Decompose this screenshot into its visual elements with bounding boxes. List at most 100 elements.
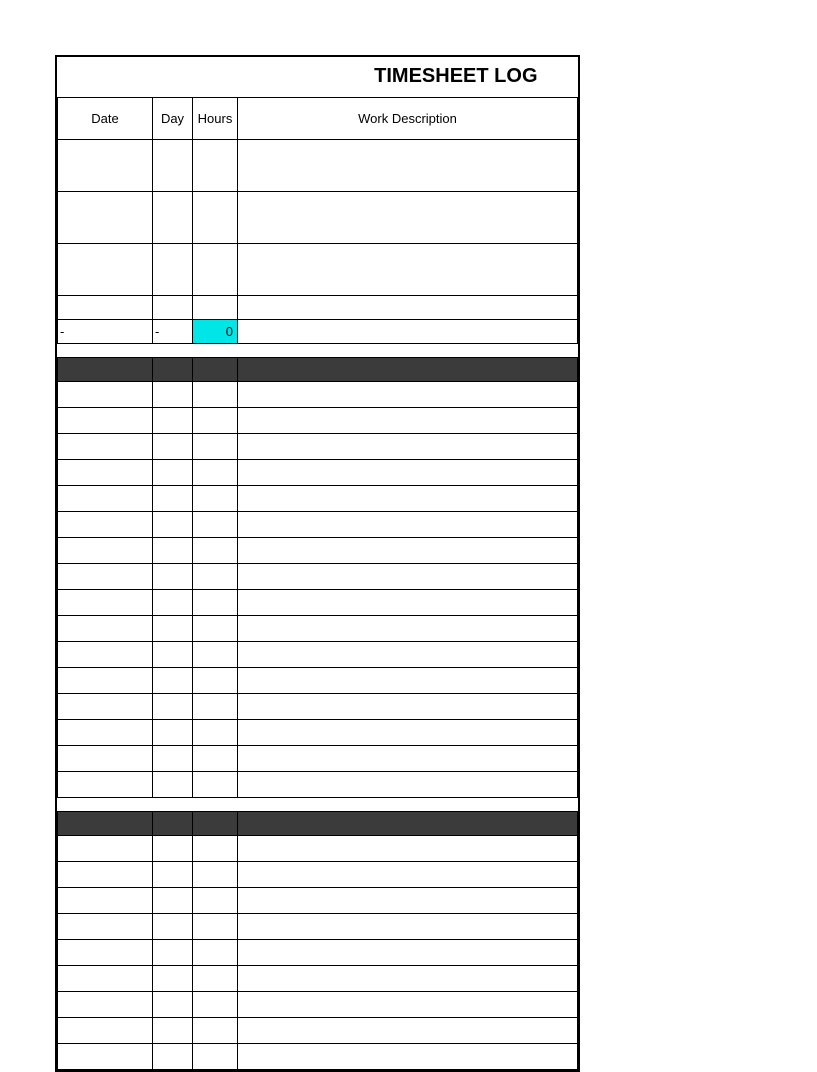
cell-date[interactable]	[58, 407, 153, 433]
cell-day[interactable]	[153, 381, 193, 407]
cell-date[interactable]	[58, 887, 153, 913]
cell-desc[interactable]	[238, 667, 578, 693]
cell-hours[interactable]	[193, 407, 238, 433]
cell-desc[interactable]	[238, 693, 578, 719]
cell-hours[interactable]	[193, 835, 238, 861]
cell-hours[interactable]	[193, 771, 238, 797]
cell-desc[interactable]	[238, 191, 578, 243]
cell-date[interactable]	[58, 861, 153, 887]
cell-desc[interactable]	[238, 965, 578, 991]
cell-desc[interactable]	[238, 589, 578, 615]
cell-desc[interactable]	[238, 719, 578, 745]
cell-day[interactable]	[153, 771, 193, 797]
cell-date[interactable]	[58, 381, 153, 407]
cell-date[interactable]	[58, 511, 153, 537]
cell-hours[interactable]	[193, 965, 238, 991]
cell-hours[interactable]	[193, 745, 238, 771]
cell-date[interactable]	[58, 965, 153, 991]
cell-day[interactable]	[153, 589, 193, 615]
cell-date[interactable]	[58, 589, 153, 615]
cell-hours[interactable]	[193, 381, 238, 407]
cell-hours[interactable]	[193, 887, 238, 913]
cell-desc[interactable]	[238, 459, 578, 485]
cell-date[interactable]	[58, 719, 153, 745]
cell-date[interactable]	[58, 433, 153, 459]
cell-date[interactable]	[58, 243, 153, 295]
cell-desc[interactable]	[238, 771, 578, 797]
cell-desc[interactable]	[238, 511, 578, 537]
cell-day[interactable]	[153, 433, 193, 459]
cell-desc[interactable]	[238, 913, 578, 939]
cell-day[interactable]	[153, 1017, 193, 1043]
cell-date[interactable]	[58, 641, 153, 667]
cell-hours[interactable]	[193, 511, 238, 537]
cell-desc[interactable]	[238, 939, 578, 965]
cell-hours[interactable]	[193, 191, 238, 243]
cell-hours[interactable]	[193, 139, 238, 191]
cell-date[interactable]	[58, 939, 153, 965]
cell-date[interactable]	[58, 615, 153, 641]
cell-desc[interactable]	[238, 991, 578, 1017]
cell-day[interactable]	[153, 511, 193, 537]
cell-hours[interactable]	[193, 939, 238, 965]
cell-day[interactable]	[153, 835, 193, 861]
cell-hours[interactable]	[193, 243, 238, 295]
cell-desc[interactable]	[238, 1017, 578, 1043]
cell-desc[interactable]	[238, 407, 578, 433]
cell-date[interactable]	[58, 563, 153, 589]
cell-hours[interactable]	[193, 1043, 238, 1069]
cell-day[interactable]	[153, 861, 193, 887]
cell-day[interactable]	[153, 693, 193, 719]
cell-hours[interactable]	[193, 667, 238, 693]
cell-hours[interactable]	[193, 719, 238, 745]
cell-desc[interactable]	[238, 295, 578, 319]
cell-hours[interactable]	[193, 295, 238, 319]
cell-hours[interactable]	[193, 913, 238, 939]
cell-hours[interactable]	[193, 991, 238, 1017]
cell-desc[interactable]	[238, 139, 578, 191]
cell-date[interactable]	[58, 139, 153, 191]
cell-hours[interactable]	[193, 693, 238, 719]
cell-date[interactable]	[58, 537, 153, 563]
cell-hours[interactable]	[193, 563, 238, 589]
cell-hours[interactable]	[193, 615, 238, 641]
cell-date[interactable]	[58, 295, 153, 319]
cell-day[interactable]	[153, 1043, 193, 1069]
cell-day[interactable]	[153, 407, 193, 433]
cell-day[interactable]	[153, 887, 193, 913]
cell-desc[interactable]	[238, 1043, 578, 1069]
cell-day[interactable]	[153, 745, 193, 771]
cell-date[interactable]	[58, 745, 153, 771]
cell-desc[interactable]	[238, 835, 578, 861]
cell-hours[interactable]	[193, 589, 238, 615]
cell-date[interactable]	[58, 667, 153, 693]
cell-desc[interactable]	[238, 861, 578, 887]
cell-date[interactable]	[58, 459, 153, 485]
cell-day[interactable]	[153, 939, 193, 965]
cell-desc[interactable]	[238, 641, 578, 667]
cell-day[interactable]	[153, 913, 193, 939]
cell-date[interactable]	[58, 1043, 153, 1069]
cell-day[interactable]	[153, 667, 193, 693]
cell-date[interactable]	[58, 835, 153, 861]
cell-desc[interactable]	[238, 381, 578, 407]
cell-hours[interactable]	[193, 459, 238, 485]
cell-day[interactable]	[153, 295, 193, 319]
cell-day[interactable]	[153, 459, 193, 485]
cell-desc[interactable]	[238, 485, 578, 511]
cell-day[interactable]	[153, 615, 193, 641]
cell-date[interactable]	[58, 485, 153, 511]
cell-desc[interactable]	[238, 745, 578, 771]
cell-desc[interactable]	[238, 433, 578, 459]
cell-day[interactable]	[153, 641, 193, 667]
cell-day[interactable]	[153, 191, 193, 243]
cell-date[interactable]	[58, 1017, 153, 1043]
cell-hours[interactable]	[193, 485, 238, 511]
cell-date[interactable]	[58, 913, 153, 939]
cell-day[interactable]	[153, 563, 193, 589]
cell-hours[interactable]	[193, 433, 238, 459]
cell-day[interactable]	[153, 991, 193, 1017]
cell-day[interactable]	[153, 139, 193, 191]
cell-day[interactable]	[153, 537, 193, 563]
cell-desc[interactable]	[238, 887, 578, 913]
